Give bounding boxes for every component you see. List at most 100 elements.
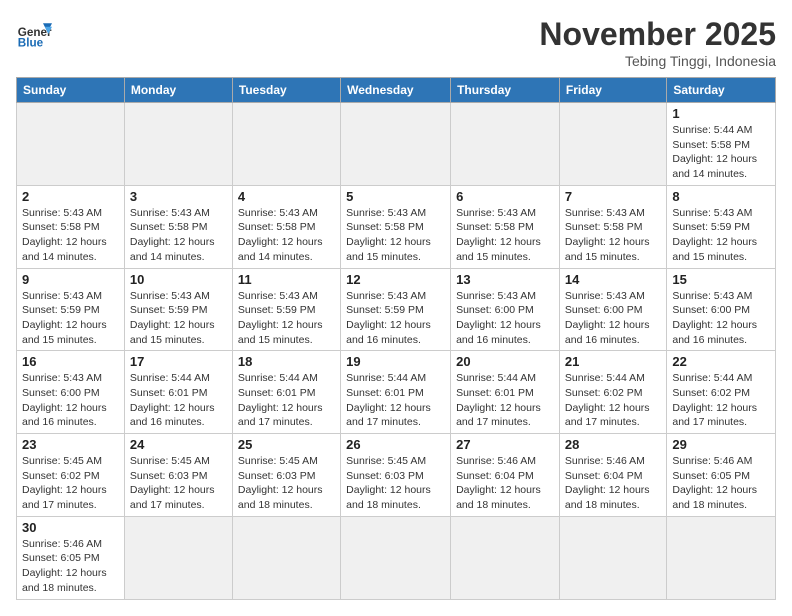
day-info: Sunrise: 5:43 AM Sunset: 5:58 PM Dayligh…: [565, 206, 661, 265]
day-info: Sunrise: 5:44 AM Sunset: 6:01 PM Dayligh…: [346, 371, 445, 430]
calendar-day-cell: 25 Sunrise: 5:45 AM Sunset: 6:03 PM Dayli…: [232, 434, 340, 517]
page-header: General Blue November 2025 Tebing Tinggi…: [16, 16, 776, 69]
calendar-day-cell: [341, 516, 451, 599]
day-number: 28: [565, 437, 661, 452]
calendar-day-cell: 27 Sunrise: 5:46 AM Sunset: 6:04 PM Dayli…: [451, 434, 560, 517]
calendar-week-row: 9Sunrise: 5:43 AM Sunset: 5:59 PM Daylig…: [17, 268, 776, 351]
day-number: 25: [238, 437, 335, 452]
day-number: 6: [456, 189, 554, 204]
day-info: Sunrise: 5:44 AM Sunset: 5:58 PM Dayligh…: [672, 123, 770, 182]
day-number: 18: [238, 354, 335, 369]
day-number: 30: [22, 520, 119, 535]
logo-icon: General Blue: [16, 16, 52, 52]
calendar-day-cell: 29Sunrise: 5:46 AM Sunset: 6:05 PM Dayli…: [667, 434, 776, 517]
day-info: Sunrise: 5:43 AM Sunset: 5:59 PM Dayligh…: [22, 289, 119, 348]
day-number: 23: [22, 437, 119, 452]
day-number: 20: [456, 354, 554, 369]
calendar-week-row: 23 Sunrise: 5:45 AM Sunset: 6:02 PM Dayli…: [17, 434, 776, 517]
calendar-day-cell: [232, 103, 340, 186]
calendar-day-cell: 11Sunrise: 5:43 AM Sunset: 5:59 PM Dayli…: [232, 268, 340, 351]
calendar-day-cell: 9Sunrise: 5:43 AM Sunset: 5:59 PM Daylig…: [17, 268, 125, 351]
calendar-day-cell: 15Sunrise: 5:43 AM Sunset: 6:00 PM Dayli…: [667, 268, 776, 351]
day-number: 1: [672, 106, 770, 121]
svg-text:Blue: Blue: [18, 37, 44, 50]
day-info: Sunrise: 5:45 AM Sunset: 6:02 PM Dayligh…: [22, 454, 119, 513]
calendar-day-cell: [17, 103, 125, 186]
day-number: 3: [130, 189, 227, 204]
day-info: Sunrise: 5:46 AM Sunset: 6:05 PM Dayligh…: [672, 454, 770, 513]
calendar-day-cell: [451, 516, 560, 599]
title-block: November 2025 Tebing Tinggi, Indonesia: [539, 16, 776, 69]
calendar-day-cell: 4 Sunrise: 5:43 AM Sunset: 5:58 PM Daylig…: [232, 185, 340, 268]
day-info: Sunrise: 5:45 AM Sunset: 6:03 PM Dayligh…: [346, 454, 445, 513]
calendar-week-row: 2 Sunrise: 5:43 AM Sunset: 5:58 PM Daylig…: [17, 185, 776, 268]
day-number: 21: [565, 354, 661, 369]
day-number: 5: [346, 189, 445, 204]
day-info: Sunrise: 5:43 AM Sunset: 6:00 PM Dayligh…: [22, 371, 119, 430]
calendar-week-row: 30 Sunrise: 5:46 AM Sunset: 6:05 PM Dayli…: [17, 516, 776, 599]
calendar-day-cell: 18 Sunrise: 5:44 AM Sunset: 6:01 PM Dayli…: [232, 351, 340, 434]
calendar-day-cell: [667, 516, 776, 599]
calendar-day-cell: 8 Sunrise: 5:43 AM Sunset: 5:59 PM Daylig…: [667, 185, 776, 268]
calendar-day-cell: 17 Sunrise: 5:44 AM Sunset: 6:01 PM Dayli…: [124, 351, 232, 434]
day-info: Sunrise: 5:44 AM Sunset: 6:02 PM Dayligh…: [672, 371, 770, 430]
calendar-day-cell: 28Sunrise: 5:46 AM Sunset: 6:04 PM Dayli…: [559, 434, 666, 517]
calendar-header-wednesday: Wednesday: [341, 78, 451, 103]
day-info: Sunrise: 5:43 AM Sunset: 5:59 PM Dayligh…: [238, 289, 335, 348]
calendar-day-cell: 24 Sunrise: 5:45 AM Sunset: 6:03 PM Dayli…: [124, 434, 232, 517]
day-info: Sunrise: 5:44 AM Sunset: 6:01 PM Dayligh…: [238, 371, 335, 430]
calendar-day-cell: 6 Sunrise: 5:43 AM Sunset: 5:58 PM Daylig…: [451, 185, 560, 268]
day-number: 22: [672, 354, 770, 369]
calendar-header-sunday: Sunday: [17, 78, 125, 103]
calendar-header-row: SundayMondayTuesdayWednesdayThursdayFrid…: [17, 78, 776, 103]
day-info: Sunrise: 5:44 AM Sunset: 6:01 PM Dayligh…: [130, 371, 227, 430]
day-number: 8: [672, 189, 770, 204]
calendar-day-cell: [559, 103, 666, 186]
day-info: Sunrise: 5:43 AM Sunset: 6:00 PM Dayligh…: [565, 289, 661, 348]
day-info: Sunrise: 5:43 AM Sunset: 5:58 PM Dayligh…: [22, 206, 119, 265]
day-number: 27: [456, 437, 554, 452]
calendar-day-cell: 13Sunrise: 5:43 AM Sunset: 6:00 PM Dayli…: [451, 268, 560, 351]
calendar-day-cell: [451, 103, 560, 186]
calendar-day-cell: 22 Sunrise: 5:44 AM Sunset: 6:02 PM Dayli…: [667, 351, 776, 434]
calendar-day-cell: [559, 516, 666, 599]
logo: General Blue: [16, 16, 52, 52]
day-info: Sunrise: 5:45 AM Sunset: 6:03 PM Dayligh…: [130, 454, 227, 513]
calendar-day-cell: 23 Sunrise: 5:45 AM Sunset: 6:02 PM Dayli…: [17, 434, 125, 517]
calendar-day-cell: 30 Sunrise: 5:46 AM Sunset: 6:05 PM Dayli…: [17, 516, 125, 599]
day-info: Sunrise: 5:43 AM Sunset: 5:58 PM Dayligh…: [238, 206, 335, 265]
day-info: Sunrise: 5:43 AM Sunset: 5:58 PM Dayligh…: [346, 206, 445, 265]
day-number: 10: [130, 272, 227, 287]
location: Tebing Tinggi, Indonesia: [539, 53, 776, 69]
calendar-header-thursday: Thursday: [451, 78, 560, 103]
day-info: Sunrise: 5:44 AM Sunset: 6:02 PM Dayligh…: [565, 371, 661, 430]
day-info: Sunrise: 5:43 AM Sunset: 6:00 PM Dayligh…: [456, 289, 554, 348]
day-number: 7: [565, 189, 661, 204]
day-number: 16: [22, 354, 119, 369]
calendar-day-cell: 26Sunrise: 5:45 AM Sunset: 6:03 PM Dayli…: [341, 434, 451, 517]
calendar-day-cell: 1 Sunrise: 5:44 AM Sunset: 5:58 PM Daylig…: [667, 103, 776, 186]
day-info: Sunrise: 5:43 AM Sunset: 5:58 PM Dayligh…: [456, 206, 554, 265]
day-info: Sunrise: 5:46 AM Sunset: 6:04 PM Dayligh…: [456, 454, 554, 513]
day-number: 2: [22, 189, 119, 204]
day-info: Sunrise: 5:43 AM Sunset: 6:00 PM Dayligh…: [672, 289, 770, 348]
calendar-day-cell: 19Sunrise: 5:44 AM Sunset: 6:01 PM Dayli…: [341, 351, 451, 434]
day-number: 17: [130, 354, 227, 369]
day-info: Sunrise: 5:43 AM Sunset: 5:59 PM Dayligh…: [672, 206, 770, 265]
calendar-day-cell: [124, 103, 232, 186]
day-number: 14: [565, 272, 661, 287]
day-info: Sunrise: 5:45 AM Sunset: 6:03 PM Dayligh…: [238, 454, 335, 513]
day-number: 4: [238, 189, 335, 204]
calendar-day-cell: 10Sunrise: 5:43 AM Sunset: 5:59 PM Dayli…: [124, 268, 232, 351]
day-info: Sunrise: 5:46 AM Sunset: 6:05 PM Dayligh…: [22, 537, 119, 596]
calendar-day-cell: 3 Sunrise: 5:43 AM Sunset: 5:58 PM Daylig…: [124, 185, 232, 268]
calendar-day-cell: 21 Sunrise: 5:44 AM Sunset: 6:02 PM Dayli…: [559, 351, 666, 434]
calendar-day-cell: [124, 516, 232, 599]
day-number: 24: [130, 437, 227, 452]
calendar-day-cell: 5 Sunrise: 5:43 AM Sunset: 5:58 PM Daylig…: [341, 185, 451, 268]
calendar-week-row: 16 Sunrise: 5:43 AM Sunset: 6:00 PM Dayli…: [17, 351, 776, 434]
day-info: Sunrise: 5:43 AM Sunset: 5:59 PM Dayligh…: [346, 289, 445, 348]
calendar-day-cell: 16 Sunrise: 5:43 AM Sunset: 6:00 PM Dayli…: [17, 351, 125, 434]
day-info: Sunrise: 5:43 AM Sunset: 5:58 PM Dayligh…: [130, 206, 227, 265]
calendar-day-cell: 2 Sunrise: 5:43 AM Sunset: 5:58 PM Daylig…: [17, 185, 125, 268]
